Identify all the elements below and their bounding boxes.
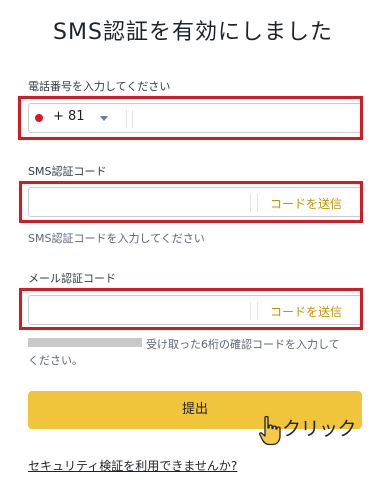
phone-label: 電話番号を入力してください (28, 80, 171, 93)
phone-highlight-box (18, 96, 363, 140)
security-help-link[interactable]: セキュリティ検証を利用できませんか? (28, 457, 237, 474)
click-annotation: クリック (282, 418, 357, 440)
email-highlight-box (19, 288, 363, 330)
email-code-label: メール認証コード (28, 272, 116, 285)
page-title: SMS認証を有効にしました (53, 20, 333, 45)
email-code-hint-line1: 受け取った6桁の確認コードを入力して (146, 338, 340, 351)
email-code-hint-line2: ください。 (28, 354, 83, 367)
pointing-hand-icon (259, 415, 281, 446)
sms-code-label: SMS認証コード (28, 165, 107, 178)
redacted-email (28, 338, 142, 347)
sms-code-hint: SMS認証コードを入力してください (28, 232, 205, 245)
sms-highlight-box (19, 181, 363, 223)
